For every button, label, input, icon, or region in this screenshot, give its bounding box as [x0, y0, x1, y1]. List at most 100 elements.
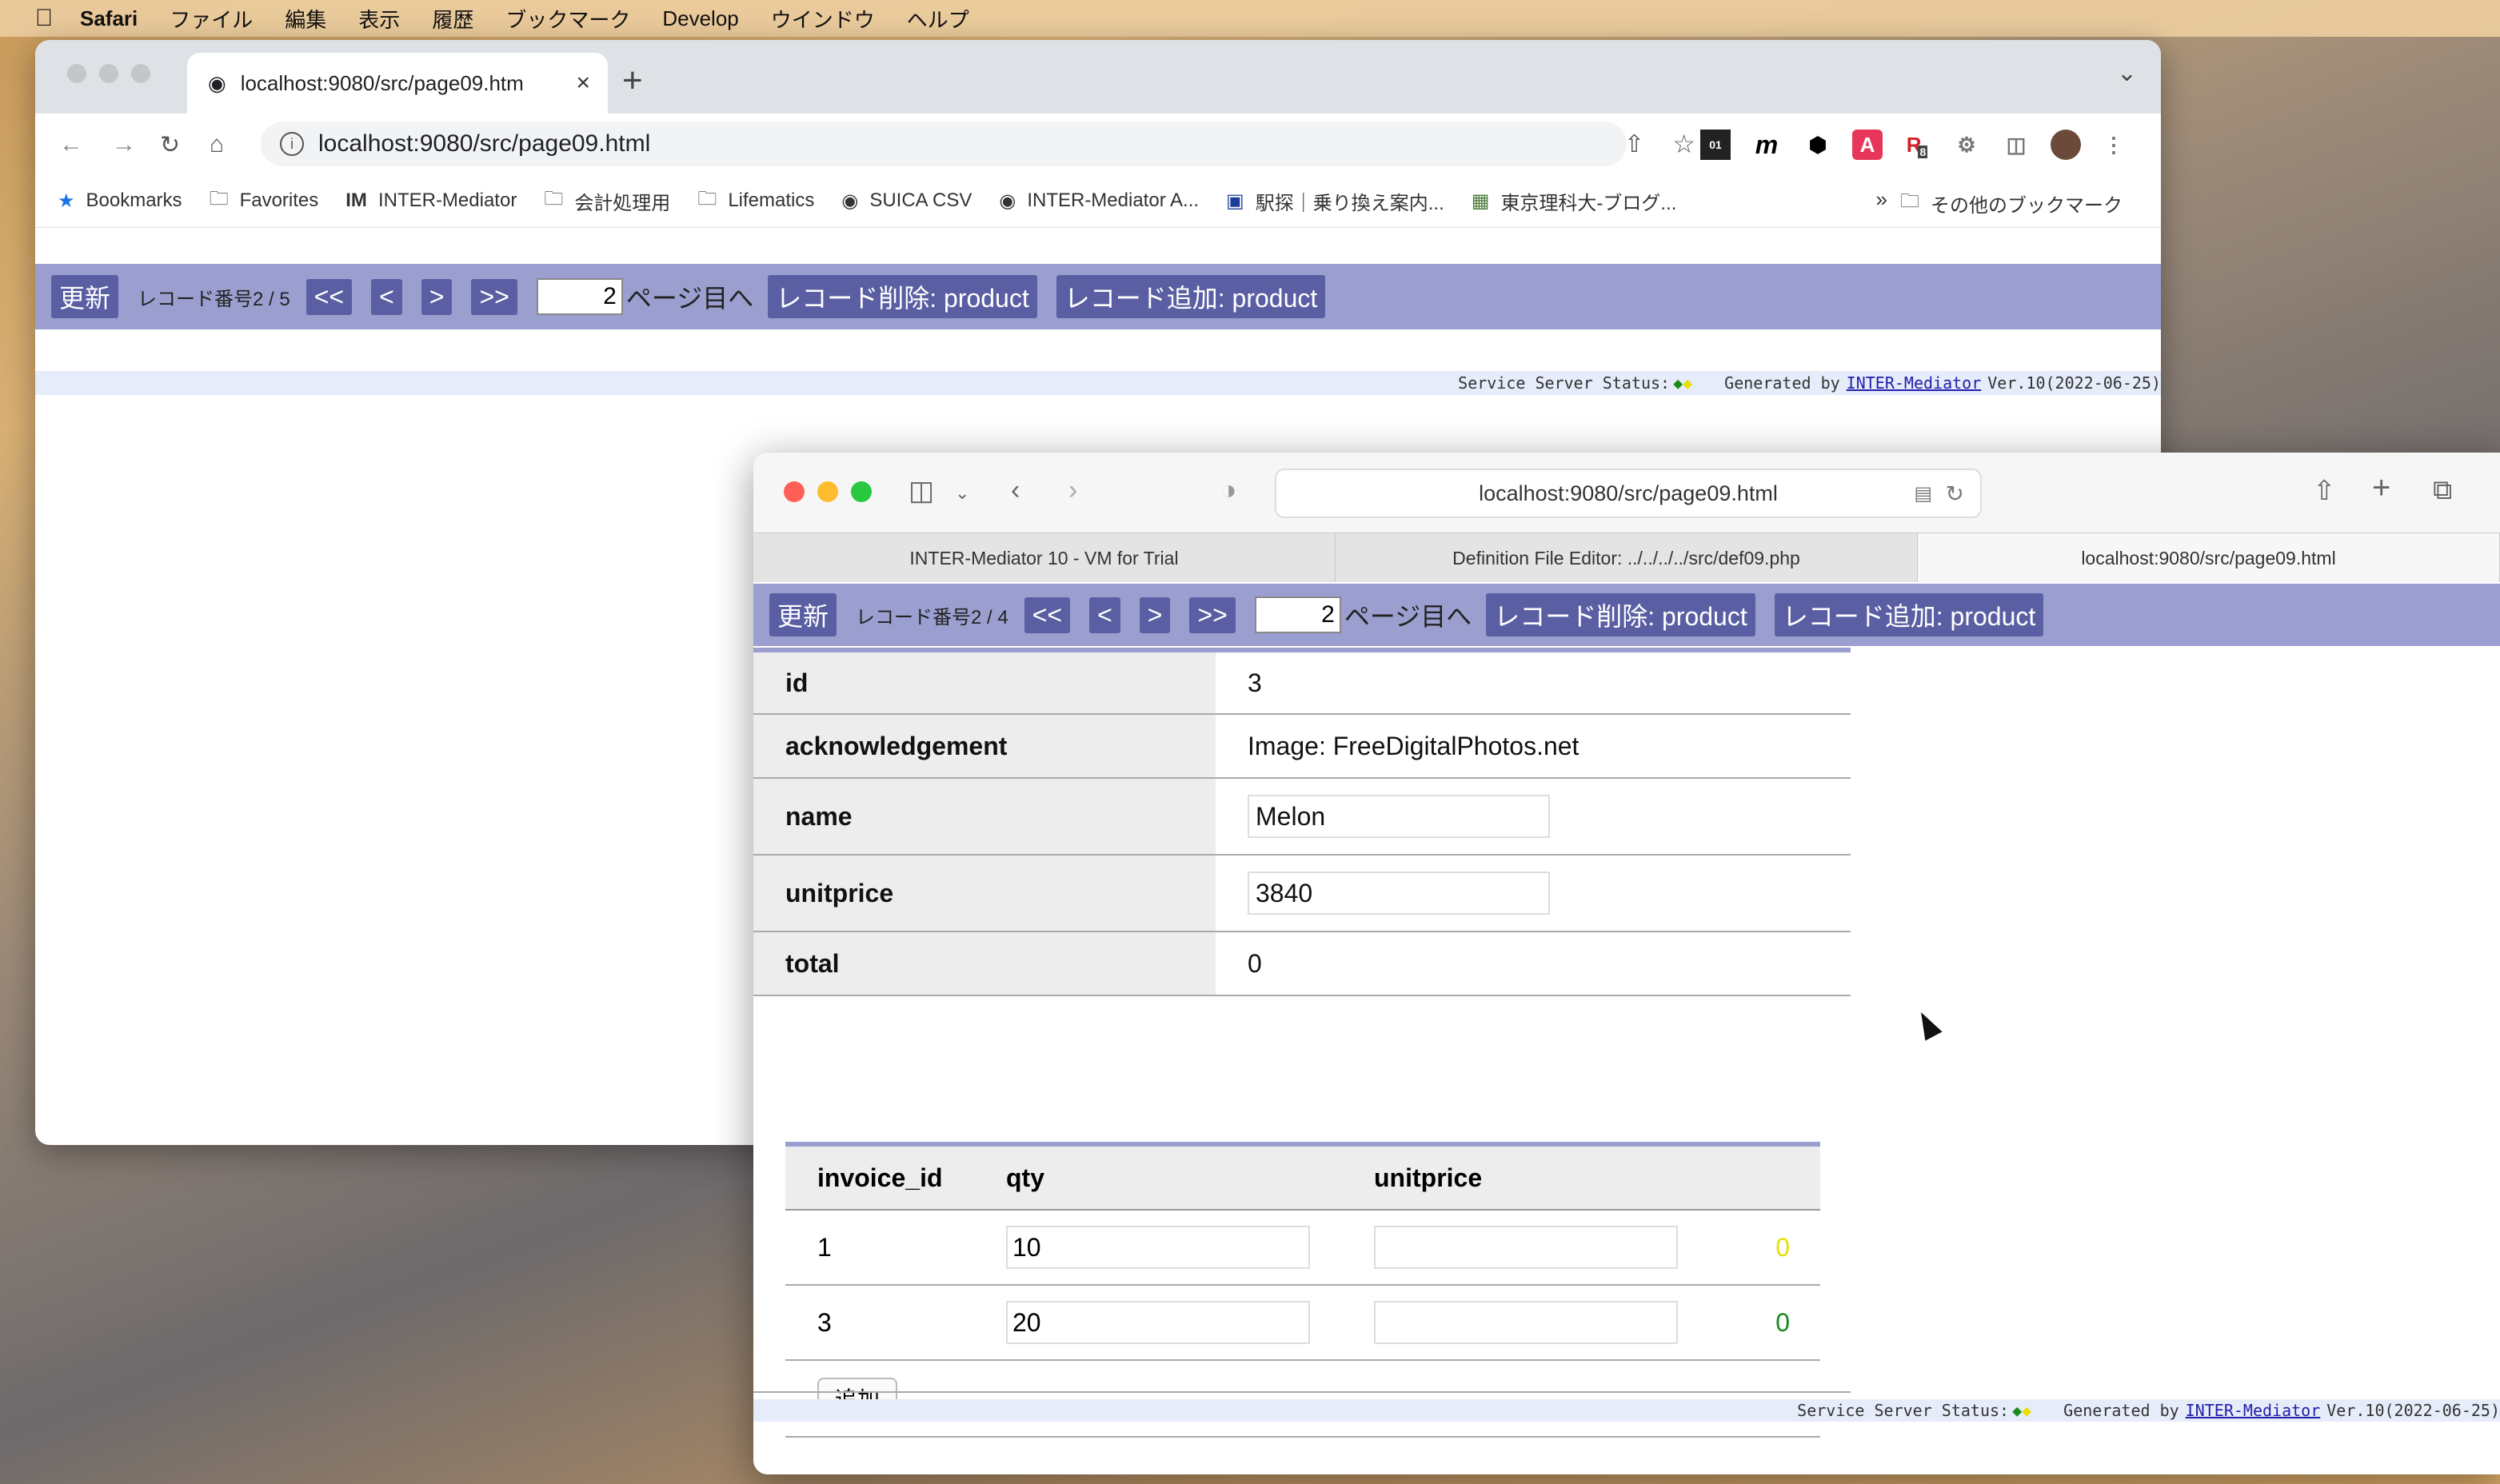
- back-icon[interactable]: ←: [59, 131, 83, 158]
- chrome-toolbar: ← → ↻ ⌂ i localhost:9080/src/page09.html…: [35, 114, 2161, 174]
- chrome-zoom-dot[interactable]: [131, 64, 150, 83]
- version-label: Ver.10(2022-06-25): [2326, 1401, 2500, 1420]
- generated-by-label: Generated by: [1724, 373, 1840, 393]
- status-label: Service Server Status:: [1797, 1401, 2010, 1420]
- menu-edit[interactable]: 編集: [285, 4, 326, 34]
- apple-menu-icon[interactable]: : [32, 5, 56, 31]
- field-label-acknowledgement: acknowledgement: [753, 715, 1216, 777]
- reload-icon[interactable]: ↻: [1946, 481, 1964, 507]
- other-bookmarks-folder[interactable]: 🗀 その他のブックマーク: [1900, 187, 2123, 220]
- tab-close-icon[interactable]: ×: [576, 70, 590, 97]
- extension-a-icon[interactable]: A: [1852, 130, 1883, 160]
- refresh-button[interactable]: 更新: [51, 275, 119, 318]
- im-logo-icon: IM: [345, 189, 367, 211]
- bookmark-favorites[interactable]: 🗀 Favorites: [210, 185, 319, 217]
- inter-mediator-link[interactable]: INTER-Mediator: [1847, 373, 1982, 393]
- safari-zoom-dot[interactable]: [851, 481, 872, 502]
- cell-invoice-id: 3: [817, 1307, 832, 1337]
- safari-minimize-dot[interactable]: [817, 481, 838, 502]
- chrome-address-bar[interactable]: i localhost:9080/src/page09.html ⇧ ☆: [261, 122, 1695, 166]
- safari-tab-vm-trial[interactable]: INTER-Mediator 10 - VM for Trial: [753, 533, 1336, 583]
- next-record-button[interactable]: >: [1139, 596, 1171, 633]
- detail-unitprice-input[interactable]: [1374, 1301, 1678, 1344]
- safari-tab-page09[interactable]: localhost:9080/src/page09.html: [1918, 533, 2500, 583]
- chrome-close-dot[interactable]: [67, 64, 86, 83]
- page-number-input[interactable]: 2: [1254, 596, 1341, 633]
- reload-icon[interactable]: ↻: [160, 131, 180, 159]
- delete-record-button[interactable]: レコード削除: product: [768, 275, 1037, 318]
- delete-record-button[interactable]: レコード削除: product: [1486, 593, 1755, 636]
- detail-unitprice-input[interactable]: [1374, 1226, 1678, 1269]
- prev-record-button[interactable]: <: [371, 278, 402, 315]
- safari-address-bar[interactable]: localhost:9080/src/page09.html ▤ ↻: [1275, 469, 1982, 518]
- refresh-button[interactable]: 更新: [769, 593, 837, 636]
- bookmark-tus-blog[interactable]: ▦ 東京理科大-ブログ...: [1472, 187, 1677, 215]
- kebab-menu-icon[interactable]: ⋮: [2099, 130, 2129, 160]
- add-record-button[interactable]: レコード追加: product: [1056, 275, 1326, 318]
- star-icon: ★: [58, 189, 75, 212]
- more-bookmarks-chevron[interactable]: »: [1876, 187, 1887, 212]
- chrome-minimize-dot[interactable]: [99, 64, 118, 83]
- bookmark-kaikei[interactable]: 🗀 会計処理用: [544, 185, 670, 217]
- page-number-input[interactable]: 2: [536, 278, 623, 315]
- menu-view[interactable]: 表示: [358, 4, 400, 34]
- menu-help[interactable]: ヘルプ: [907, 4, 969, 34]
- side-panel-icon[interactable]: ◫: [2001, 130, 2031, 160]
- first-record-button[interactable]: <<: [306, 278, 353, 315]
- chrome-tab-active[interactable]: ◉ localhost:9080/src/page09.htm ×: [187, 53, 608, 114]
- status-label: Service Server Status:: [1458, 373, 1671, 393]
- last-record-button[interactable]: >>: [471, 278, 517, 315]
- forward-icon[interactable]: →: [112, 131, 136, 158]
- bookmark-label: INTER-Mediator: [377, 189, 517, 211]
- privacy-shield-icon[interactable]: ◑: [1220, 475, 1237, 506]
- extension-binary-icon[interactable]: 01: [1700, 130, 1731, 160]
- version-label: Ver.10(2022-06-25): [1987, 373, 2161, 393]
- next-record-button[interactable]: >: [421, 278, 453, 315]
- home-icon[interactable]: ⌂: [210, 131, 224, 158]
- extension-cube-icon[interactable]: ⬢: [1803, 130, 1833, 160]
- menu-window[interactable]: ウインドウ: [771, 4, 875, 34]
- first-record-button[interactable]: <<: [1024, 596, 1071, 633]
- new-tab-icon[interactable]: +: [2372, 470, 2390, 506]
- translate-icon[interactable]: ▤: [1914, 482, 1932, 505]
- sidebar-toggle-icon[interactable]: ◫: [909, 475, 934, 507]
- new-tab-icon[interactable]: +: [622, 61, 643, 101]
- tab-search-chevron-icon[interactable]: ⌄: [2117, 59, 2137, 87]
- last-record-button[interactable]: >>: [1189, 596, 1236, 633]
- cell-amount: 0: [1775, 1307, 1790, 1337]
- menu-bookmarks[interactable]: ブックマーク: [505, 4, 630, 34]
- menu-history[interactable]: 履歴: [432, 4, 473, 34]
- status-yellow-diamond-icon: ◆: [2022, 1401, 2032, 1420]
- chevron-down-icon[interactable]: ⌄: [955, 483, 969, 504]
- share-icon[interactable]: ⇧: [2313, 475, 2336, 507]
- bookmark-inter-mediator[interactable]: IM INTER-Mediator: [345, 189, 517, 212]
- extension-m-icon[interactable]: m: [1751, 130, 1782, 160]
- inter-mediator-link[interactable]: INTER-Mediator: [2186, 1401, 2321, 1420]
- bookmark-lifematics[interactable]: 🗀 Lifematics: [697, 185, 814, 217]
- share-icon[interactable]: ⇧: [1624, 130, 1644, 158]
- menu-develop[interactable]: Develop: [662, 6, 738, 31]
- bookmark-inter-mediator-a[interactable]: ◉ INTER-Mediator A...: [999, 189, 1199, 213]
- menu-app-safari[interactable]: Safari: [80, 6, 138, 31]
- name-input[interactable]: Melon: [1248, 795, 1550, 838]
- safari-tab-bar: INTER-Mediator 10 - VM for Trial Definit…: [753, 533, 2500, 583]
- bookmark-ekitan[interactable]: ▣ 駅探｜乗り換え案内...: [1226, 187, 1444, 215]
- safari-close-dot[interactable]: [784, 481, 805, 502]
- qty-input[interactable]: 20: [1006, 1301, 1310, 1344]
- prev-record-button[interactable]: <: [1089, 596, 1120, 633]
- qty-input[interactable]: 10: [1006, 1226, 1310, 1269]
- add-record-button[interactable]: レコード追加: product: [1774, 593, 2044, 636]
- tab-overview-icon[interactable]: ⧉: [2433, 475, 2452, 506]
- bookmark-star-icon[interactable]: ☆: [1672, 129, 1695, 159]
- unitprice-input[interactable]: 3840: [1248, 872, 1550, 915]
- back-icon[interactable]: ‹: [1011, 475, 1020, 506]
- profile-avatar[interactable]: [2051, 130, 2081, 160]
- bookmark-suica-csv[interactable]: ◉ SUICA CSV: [841, 189, 972, 213]
- extension-r-icon[interactable]: R8: [1902, 130, 1932, 160]
- forward-icon[interactable]: ›: [1068, 475, 1077, 506]
- site-info-icon[interactable]: i: [280, 132, 304, 156]
- safari-tab-definition-editor[interactable]: Definition File Editor: ../../../../src/…: [1336, 533, 1918, 583]
- extensions-puzzle-icon[interactable]: ⚙: [1951, 130, 1982, 160]
- bookmark-bookmarks[interactable]: ★ Bookmarks: [58, 189, 182, 213]
- menu-file[interactable]: ファイル: [170, 4, 253, 34]
